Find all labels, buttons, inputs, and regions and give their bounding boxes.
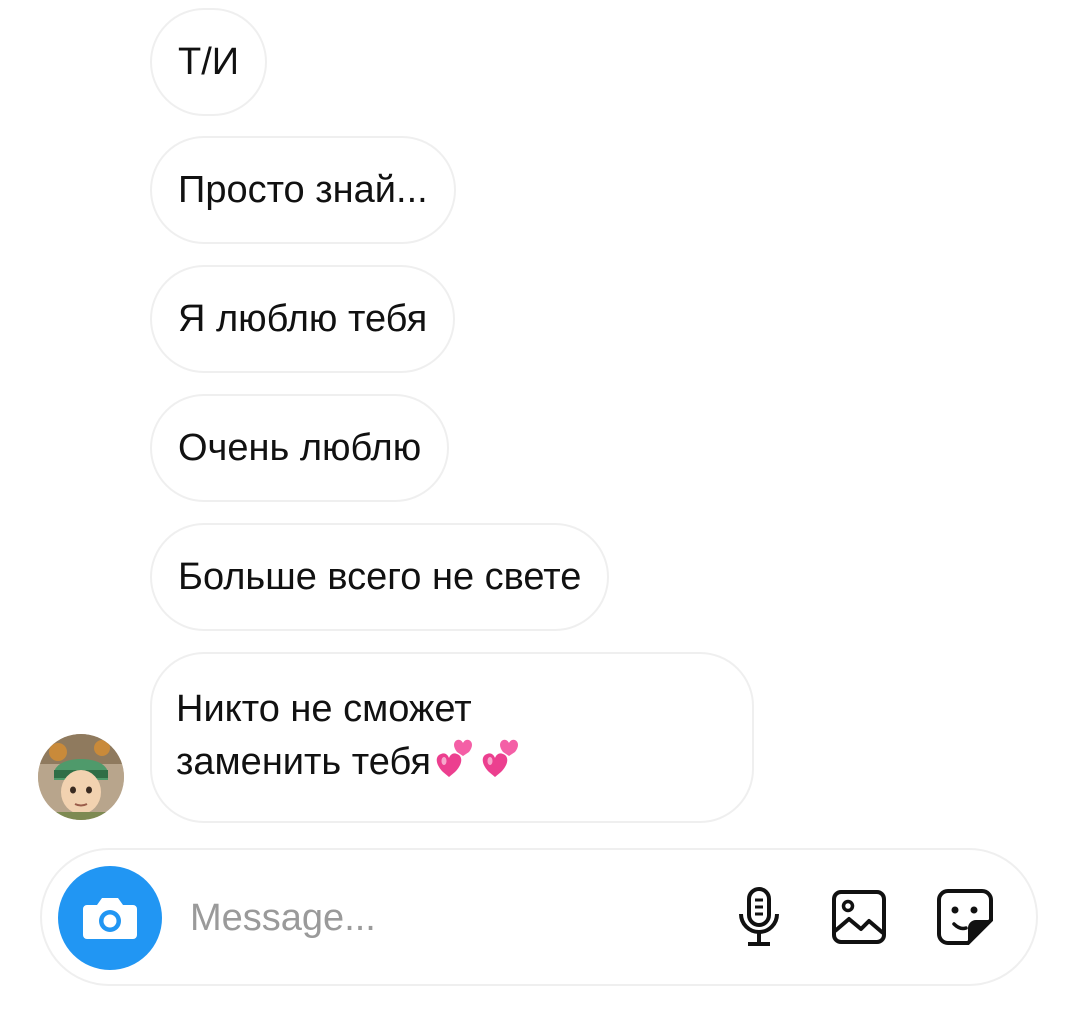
gallery-icon xyxy=(832,890,886,944)
avatar[interactable] xyxy=(38,734,124,820)
message-bubble[interactable]: Просто знай... xyxy=(150,136,456,244)
message-text-line: заменить тебя xyxy=(176,741,431,783)
message-bubble[interactable]: Никто не сможет заменить тебя xyxy=(150,652,754,823)
message-text: Очень люблю xyxy=(178,427,422,469)
message-thread: Т/И Просто знай... Я люблю тебя Очень лю… xyxy=(0,0,1080,1026)
message-composer xyxy=(40,848,1038,986)
message-text: Т/И xyxy=(178,41,240,83)
microphone-icon xyxy=(739,887,779,946)
message-bubble[interactable]: Я люблю тебя xyxy=(150,265,456,373)
microphone-button[interactable] xyxy=(726,884,792,950)
two-hearts-emoji xyxy=(433,734,521,791)
message-bubble[interactable]: Больше всего не свете xyxy=(150,523,610,631)
sticker-icon xyxy=(937,889,993,945)
message-text: Я люблю тебя xyxy=(178,298,428,340)
message-text: Просто знай... xyxy=(178,169,428,211)
gallery-button[interactable] xyxy=(826,884,892,950)
camera-icon xyxy=(83,898,137,939)
hearts-icon xyxy=(436,739,518,777)
message-text: Больше всего не свете xyxy=(178,556,582,598)
avatar-image xyxy=(38,734,124,820)
camera-button[interactable] xyxy=(58,866,162,970)
message-bubble[interactable]: Т/И xyxy=(150,8,268,116)
message-input[interactable] xyxy=(190,888,710,948)
sticker-button[interactable] xyxy=(932,884,998,950)
message-text-line: Никто не сможет xyxy=(176,688,472,730)
message-bubble[interactable]: Очень люблю xyxy=(150,394,450,502)
